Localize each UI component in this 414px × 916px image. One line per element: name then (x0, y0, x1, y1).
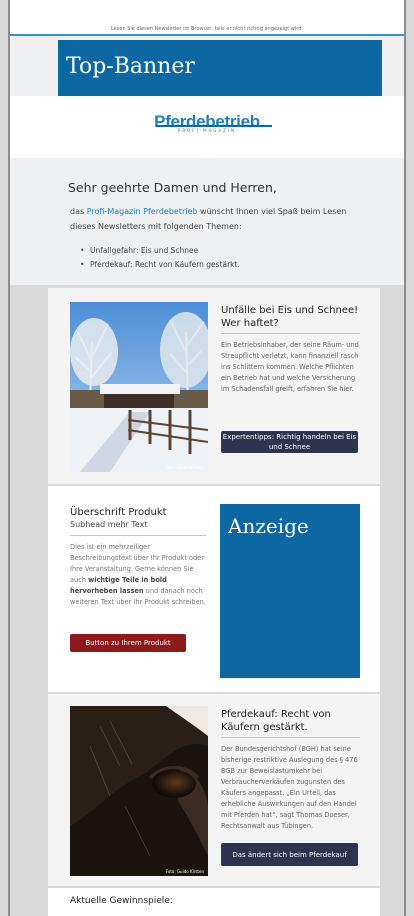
photo-credit: Foto: Guido Kirsten (165, 465, 204, 470)
article-title[interactable]: Unfälle bei Eis und Schnee! Wer haftet? (221, 304, 361, 330)
topic-list: Unfallgefahr: Eis und Schnee Pferdekauf:… (80, 244, 240, 272)
article-title[interactable]: Pferdekauf: Recht von Käufern gestärkt. (221, 708, 361, 734)
product-subhead: Subhead mehr Text (70, 520, 148, 529)
product-title: Überschrift Produkt (70, 507, 167, 518)
top-banner[interactable]: Top-Banner (58, 40, 382, 96)
horse-purchase-button[interactable]: Das ändert sich beim Pferdekauf (221, 843, 358, 866)
product-button[interactable]: Button zu Ihrem Produkt (70, 634, 186, 652)
article-teaser: Ein Betriebsinhaber, der seine Räum- und… (221, 341, 359, 393)
window-border-right (404, 0, 406, 916)
winter-stable-photo[interactable]: Foto: Guido Kirsten (70, 302, 208, 472)
preheader-link[interactable]: Lesen Sie diesen Newsletter im Browser, … (10, 26, 404, 32)
section-notch (198, 150, 218, 159)
article-divider (221, 333, 360, 334)
product-description: Dies ist ein mehrzeiliger Beschreibungst… (70, 542, 208, 608)
banner-title: Top-Banner (66, 54, 195, 79)
magazine-link[interactable]: Profi-Magazin Pferdebetrieb (87, 207, 198, 216)
logo-subtitle: PROFI-MAGAZIN (177, 128, 237, 133)
horse-eye-photo[interactable]: Foto: Guido Kirsten (70, 706, 208, 876)
expert-tips-button[interactable]: Expertentipps: Richtig handeln bei Eis u… (221, 431, 358, 453)
article-divider (221, 737, 360, 738)
greeting-heading: Sehr geehrte Damen und Herren, (68, 180, 277, 195)
product-divider (70, 535, 206, 536)
ad-slot[interactable]: Anzeige (220, 504, 360, 678)
intro-text: das Profi-Magazin Pferdebetrieb wünscht … (70, 204, 370, 234)
ad-label: Anzeige (228, 514, 309, 538)
intro-prefix: das (70, 207, 87, 216)
logo-underline (156, 125, 272, 127)
contests-heading: Aktuelle Gewinnspiele: (70, 896, 173, 906)
topic-item: Unfallgefahr: Eis und Schnee (80, 244, 240, 258)
article-teaser: Der Bundesgerichtshof (BGH) hat seine bi… (221, 745, 358, 830)
topic-item: Pferdekauf: Recht von Käufern gestärkt. (80, 258, 240, 272)
photo-credit: Foto: Guido Kirsten (165, 869, 204, 874)
header-divider (10, 34, 404, 36)
